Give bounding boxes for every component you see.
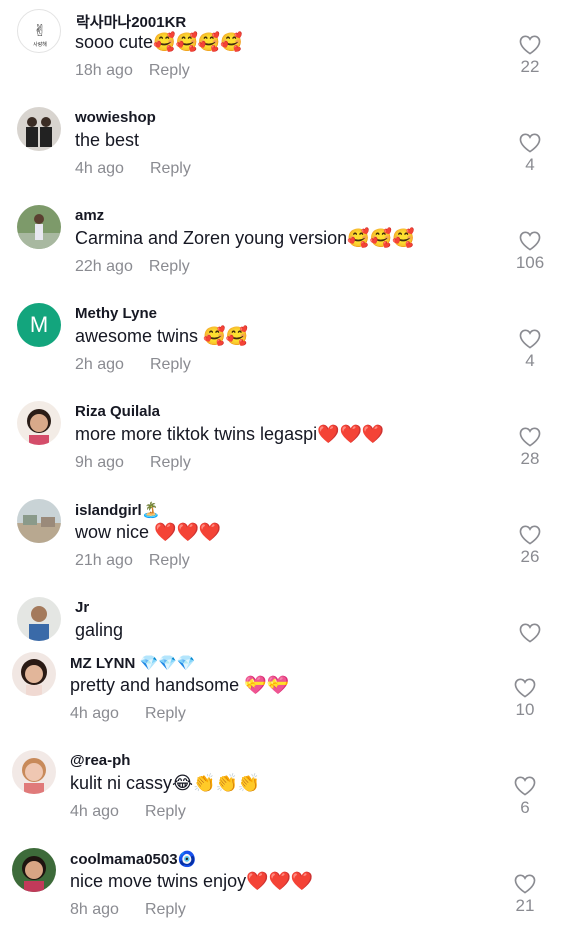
reply-button[interactable]: Reply bbox=[149, 552, 190, 569]
svg-text:✌: ✌ bbox=[33, 23, 46, 40]
reply-button[interactable]: Reply bbox=[145, 901, 186, 918]
comment-text: the best bbox=[75, 130, 140, 150]
heart-outline-icon bbox=[519, 231, 541, 251]
comment-meta: 8h ago Reply bbox=[70, 901, 186, 919]
avatar[interactable] bbox=[12, 750, 56, 794]
comment-username[interactable]: coolmama0503🧿 bbox=[70, 850, 196, 868]
like-button[interactable]: 106 bbox=[510, 231, 550, 273]
heart-outline-icon bbox=[519, 427, 541, 447]
like-count: 106 bbox=[515, 253, 545, 272]
heart-outline-icon bbox=[514, 874, 536, 894]
avatar[interactable] bbox=[12, 848, 56, 892]
comment-username[interactable]: islandgirl🏝️ bbox=[75, 501, 160, 519]
comment-text: galing bbox=[75, 620, 124, 640]
comment-username[interactable]: Methy Lyne bbox=[75, 305, 157, 322]
comment-text: Carmina and Zoren young version🥰🥰🥰 bbox=[75, 228, 415, 248]
comment-meta: 21h ago Reply bbox=[75, 552, 190, 570]
avatar[interactable] bbox=[17, 499, 61, 543]
reply-button[interactable]: Reply bbox=[145, 705, 186, 722]
comment-text: wow nice ❤️❤️❤️ bbox=[75, 522, 222, 542]
reply-button[interactable]: Reply bbox=[150, 160, 191, 177]
comment-time: 4h ago bbox=[70, 705, 119, 722]
comment-meta: 4h ago Reply bbox=[75, 160, 191, 178]
comment-meta: 4h ago Reply bbox=[70, 705, 186, 723]
comment-text: sooo cute🥰🥰🥰🥰 bbox=[75, 32, 243, 52]
comment-meta: 9h ago Reply bbox=[75, 454, 191, 472]
like-count: 28 bbox=[520, 449, 540, 468]
like-button[interactable]: 4 bbox=[510, 329, 550, 371]
avatar[interactable]: M bbox=[17, 303, 61, 347]
like-button[interactable]: 28 bbox=[510, 427, 550, 469]
heart-outline-icon bbox=[519, 35, 541, 55]
comment-username[interactable]: MZ LYNN 💎💎💎 bbox=[70, 654, 195, 672]
like-count: 4 bbox=[525, 155, 535, 174]
like-button[interactable]: 26 bbox=[510, 525, 550, 567]
avatar[interactable] bbox=[17, 205, 61, 249]
heart-outline-icon bbox=[519, 623, 541, 643]
comment-username[interactable]: @rea-ph bbox=[70, 752, 130, 769]
comment-meta: 4h ago Reply bbox=[70, 803, 186, 821]
avatar-letter: M bbox=[29, 312, 49, 337]
reply-button[interactable]: Reply bbox=[149, 258, 190, 275]
comment-text: more more tiktok twins legaspi❤️❤️❤️ bbox=[75, 424, 385, 444]
comment-time: 4h ago bbox=[75, 160, 124, 177]
like-count: 22 bbox=[520, 57, 540, 76]
comment-text: awesome twins 🥰🥰 bbox=[75, 326, 248, 346]
heart-outline-icon bbox=[519, 133, 541, 153]
avatar[interactable] bbox=[17, 107, 61, 151]
reply-button[interactable]: Reply bbox=[145, 803, 186, 820]
reply-button[interactable]: Reply bbox=[149, 62, 190, 79]
like-button[interactable]: 4 bbox=[510, 133, 550, 175]
comment-text: nice move twins enjoy❤️❤️❤️ bbox=[70, 871, 314, 891]
comment-meta: 22h ago Reply bbox=[75, 258, 190, 276]
comment-username[interactable]: amz bbox=[75, 207, 104, 224]
avatar[interactable] bbox=[17, 401, 61, 445]
heart-outline-icon bbox=[514, 678, 536, 698]
like-button[interactable]: 21 bbox=[505, 874, 545, 916]
avatar[interactable] bbox=[12, 652, 56, 696]
like-button[interactable] bbox=[510, 623, 550, 643]
avatar[interactable] bbox=[17, 597, 61, 641]
like-count: 6 bbox=[520, 798, 530, 817]
comment-time: 4h ago bbox=[70, 803, 119, 820]
comment-time: 2h ago bbox=[75, 356, 124, 373]
like-count: 4 bbox=[525, 351, 535, 370]
reply-button[interactable]: Reply bbox=[150, 454, 191, 471]
comment-meta: 18h ago Reply bbox=[75, 62, 190, 80]
like-button[interactable]: 10 bbox=[505, 678, 545, 720]
like-button[interactable]: 22 bbox=[510, 35, 550, 77]
heart-outline-icon bbox=[519, 329, 541, 349]
comment-time: 22h ago bbox=[75, 258, 133, 275]
heart-outline-icon bbox=[514, 776, 536, 796]
comment-time: 8h ago bbox=[70, 901, 119, 918]
comment-text: kulit ni cassy😂👏👏👏 bbox=[70, 773, 261, 793]
comment-meta: 2h ago Reply bbox=[75, 356, 191, 374]
comment-username[interactable]: 락사마나2001KR bbox=[76, 11, 186, 32]
avatar[interactable]: ✌ 사랑해 bbox=[17, 9, 61, 53]
like-count: 21 bbox=[515, 896, 535, 915]
like-count: 26 bbox=[520, 547, 540, 566]
reply-button[interactable]: Reply bbox=[150, 356, 191, 373]
comment-username[interactable]: Riza Quilala bbox=[75, 403, 160, 420]
svg-text:사랑해: 사랑해 bbox=[33, 41, 47, 48]
comment-username[interactable]: wowieshop bbox=[75, 109, 156, 126]
like-count: 10 bbox=[515, 700, 535, 719]
comment-text: pretty and handsome 💝💝 bbox=[70, 675, 289, 695]
comment-username[interactable]: Jr bbox=[75, 599, 89, 616]
comment-time: 21h ago bbox=[75, 552, 133, 569]
heart-outline-icon bbox=[519, 525, 541, 545]
comment-time: 18h ago bbox=[75, 62, 133, 79]
comment-time: 9h ago bbox=[75, 454, 124, 471]
like-button[interactable]: 6 bbox=[505, 776, 545, 818]
